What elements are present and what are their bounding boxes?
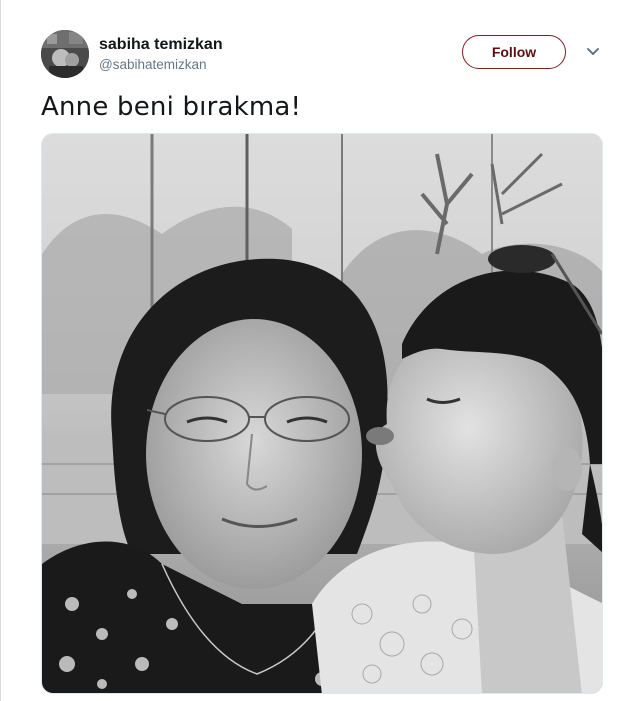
tweet-photo[interactable] xyxy=(41,133,603,694)
follow-button[interactable]: Follow xyxy=(462,35,566,69)
tweet-card: sabiha temizkan @sabihatemizkan Follow A… xyxy=(0,0,636,701)
user-handle[interactable]: @sabihatemizkan xyxy=(99,57,207,72)
photo-image xyxy=(42,134,602,693)
user-avatar[interactable] xyxy=(41,30,89,78)
avatar-image xyxy=(41,30,89,78)
display-name[interactable]: sabiha temizkan xyxy=(99,36,223,54)
chevron-down-icon[interactable] xyxy=(585,46,601,58)
tweet-text: Anne beni bırakma! xyxy=(41,92,302,122)
page-border xyxy=(0,0,1,701)
